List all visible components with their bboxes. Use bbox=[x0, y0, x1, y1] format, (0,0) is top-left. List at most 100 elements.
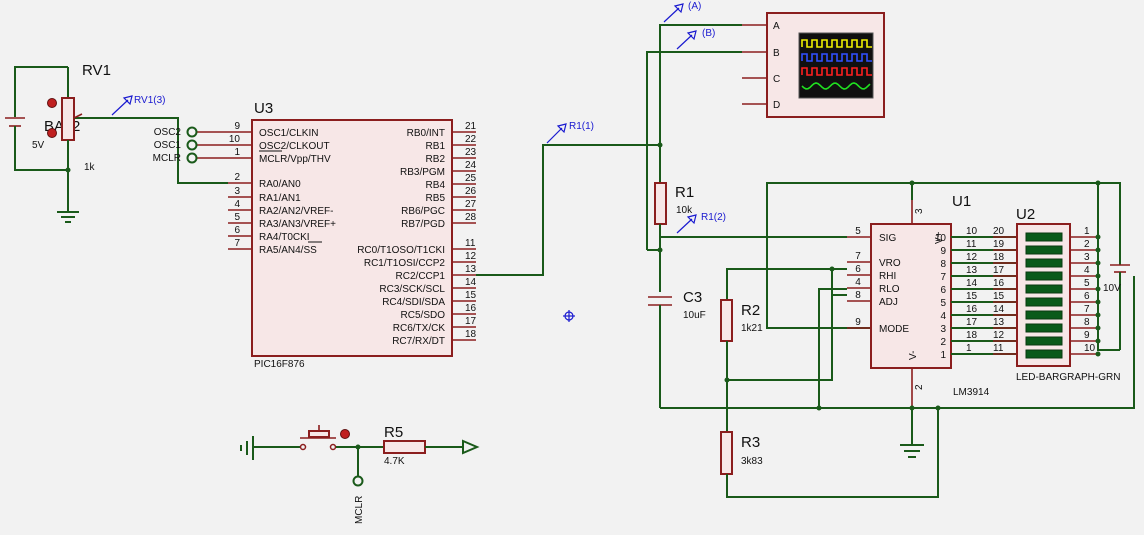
scope-channel-a: A bbox=[773, 21, 780, 32]
u3-pin-name: RB0/INT bbox=[407, 128, 445, 139]
u1-top-pin-num: 3 bbox=[914, 208, 925, 214]
u3-pin-name: RA0/AN0 bbox=[259, 179, 301, 190]
wire-scope-a bbox=[659, 24, 742, 145]
u2-pin-num: 17 bbox=[993, 265, 1005, 276]
u1-pin-num: 5 bbox=[940, 298, 946, 309]
u3-pin-num: 11 bbox=[465, 238, 476, 249]
u2-pin-num: 13 bbox=[993, 317, 1005, 328]
terminal-mclr-bottom[interactable]: MCLR bbox=[352, 447, 366, 524]
u1-pin-num: 7 bbox=[940, 272, 946, 283]
u3-pin-num: 18 bbox=[465, 329, 477, 340]
u3-pin-num: 14 bbox=[465, 277, 477, 288]
bus-wire-num: 13 bbox=[966, 265, 978, 276]
r5-ref-label: R5 bbox=[384, 424, 403, 441]
probe-marker-icon bbox=[47, 128, 57, 138]
oscilloscope[interactable]: A B C D bbox=[742, 12, 885, 118]
u1-pin-num: 5 bbox=[855, 226, 861, 237]
u1-pin-num: 2 bbox=[940, 337, 946, 348]
led-bargraph-u2[interactable]: U2 LED-BARGRAPH-GRN 20191817161514131211… bbox=[993, 206, 1120, 383]
u1-pin-name: MODE bbox=[879, 324, 909, 335]
u3-pin-name: RB3/PGM bbox=[400, 167, 445, 178]
rv1-ref-label: RV1 bbox=[82, 62, 111, 79]
u1-ref-label: U1 bbox=[952, 193, 971, 210]
u3-pin-name: RA1/AN1 bbox=[259, 193, 301, 204]
pushbutton[interactable] bbox=[253, 425, 384, 451]
u1-pin-num: 9 bbox=[940, 246, 946, 257]
u1-pin-num: 7 bbox=[855, 251, 861, 262]
r5-value-label: 4.7K bbox=[384, 456, 405, 467]
u3-pin-name: MCLR/Vpp/THV bbox=[259, 154, 331, 165]
u2-pin-num: 15 bbox=[993, 291, 1005, 302]
u2-pin-num: 16 bbox=[993, 278, 1005, 289]
u1-pin-num: 10 bbox=[935, 233, 947, 244]
potentiometer-rv1[interactable]: RV1 1k bbox=[47, 62, 229, 212]
led-segment bbox=[1025, 349, 1063, 359]
u1-pin-num: 6 bbox=[940, 285, 946, 296]
c3-ref-label: C3 bbox=[683, 289, 702, 306]
u1-pin-name: ADJ bbox=[879, 297, 898, 308]
u2-pin-num: 7 bbox=[1084, 304, 1090, 315]
u2-pin-num: 8 bbox=[1084, 317, 1090, 328]
u3-pin-num: 24 bbox=[465, 160, 477, 171]
u1-pin-num: 1 bbox=[940, 350, 946, 361]
u3-pin-name: RB6/PGC bbox=[401, 206, 445, 217]
led-segment bbox=[1025, 297, 1063, 307]
u3-pin-name: RA5/AN4/SS bbox=[259, 245, 317, 256]
u3-pin-name: RC6/TX/CK bbox=[393, 323, 446, 334]
probe-marker-icon bbox=[47, 98, 57, 108]
u1-pin-num: 6 bbox=[855, 264, 861, 275]
u2-ref-label: U2 bbox=[1016, 206, 1035, 223]
r1-ref-label: R1 bbox=[675, 184, 694, 201]
resistor-r5[interactable]: R5 4.7K bbox=[383, 424, 480, 467]
u3-pin-name: RC1/T1OSI/CCP2 bbox=[364, 258, 446, 269]
wire-rc2-r1 bbox=[476, 144, 660, 276]
u3-pin-num: 16 bbox=[465, 303, 477, 314]
probe-b[interactable]: (B) bbox=[676, 28, 715, 50]
u3-pin-num: 26 bbox=[465, 186, 477, 197]
u2-pin-num: 4 bbox=[1084, 265, 1090, 276]
u1-pin-name: RHI bbox=[879, 271, 896, 282]
schematic-canvas[interactable]: BAT2 5V RV1 1k RV1(3) U3 PIC16F876 9OSC1… bbox=[0, 0, 1144, 535]
u2-pin-num: 5 bbox=[1084, 278, 1090, 289]
scope-channel-c: C bbox=[773, 74, 780, 85]
u1-bottom-pin-name: V- bbox=[908, 351, 919, 360]
probe-marker-icon bbox=[340, 429, 350, 439]
u2-pin-num: 6 bbox=[1084, 291, 1090, 302]
u3-pin-num: 5 bbox=[234, 212, 240, 223]
probe-label: R1(2) bbox=[701, 212, 726, 223]
probe-label: RV1(3) bbox=[134, 95, 166, 106]
u1-pin-num: 4 bbox=[855, 277, 861, 288]
led-segment bbox=[1025, 310, 1063, 320]
u2-pin-num: 9 bbox=[1084, 330, 1090, 341]
u3-terminals[interactable]: OSC2 OSC1 MCLR bbox=[153, 126, 228, 164]
u1-pin-name: RLO bbox=[879, 284, 900, 295]
probe-a[interactable]: (A) bbox=[663, 1, 701, 23]
rv1-value-label: 1k bbox=[84, 162, 96, 173]
led-segment bbox=[1025, 245, 1063, 255]
microcontroller-u3[interactable]: U3 PIC16F876 9 OSC1/CLKIN 10 OSC2/CLKOUT 1 MC… bbox=[228, 100, 477, 370]
terminal-label-mclr-bottom: MCLR bbox=[354, 496, 365, 524]
u2-pin-num: 10 bbox=[1084, 343, 1096, 354]
bus-wire-num: 1 bbox=[966, 343, 972, 354]
scope-trace bbox=[801, 53, 872, 62]
u3-pin-num: 13 bbox=[465, 264, 477, 275]
u3-pin-num: 17 bbox=[465, 316, 477, 327]
u3-pin-name: RC0/T1OSO/T1CKI bbox=[357, 245, 445, 256]
probe-rv1-3[interactable]: RV1(3) bbox=[111, 95, 166, 116]
scope-channel-b: B bbox=[773, 48, 780, 59]
terminal-label-mclr: MCLR bbox=[153, 153, 181, 164]
supply-10v[interactable]: 10V bbox=[1097, 183, 1130, 351]
u1-pin-num: 9 bbox=[855, 317, 861, 328]
bus-wire-num: 15 bbox=[966, 291, 978, 302]
u3-pin-num: 27 bbox=[465, 199, 477, 210]
u3-pin-num: 9 bbox=[234, 121, 240, 132]
led-segment bbox=[1025, 284, 1063, 294]
u2-pin-num: 2 bbox=[1084, 239, 1090, 250]
u1-bottom-pin-num: 2 bbox=[914, 384, 925, 390]
u2-pin-num: 20 bbox=[993, 226, 1005, 237]
capacitor-c3[interactable]: C3 10uF bbox=[648, 289, 706, 408]
bus-wire-num: 16 bbox=[966, 304, 978, 315]
probe-r1-1[interactable]: R1(1) bbox=[546, 121, 594, 144]
ground-left-icon bbox=[240, 436, 254, 460]
wire-supply-pos bbox=[1098, 182, 1121, 265]
